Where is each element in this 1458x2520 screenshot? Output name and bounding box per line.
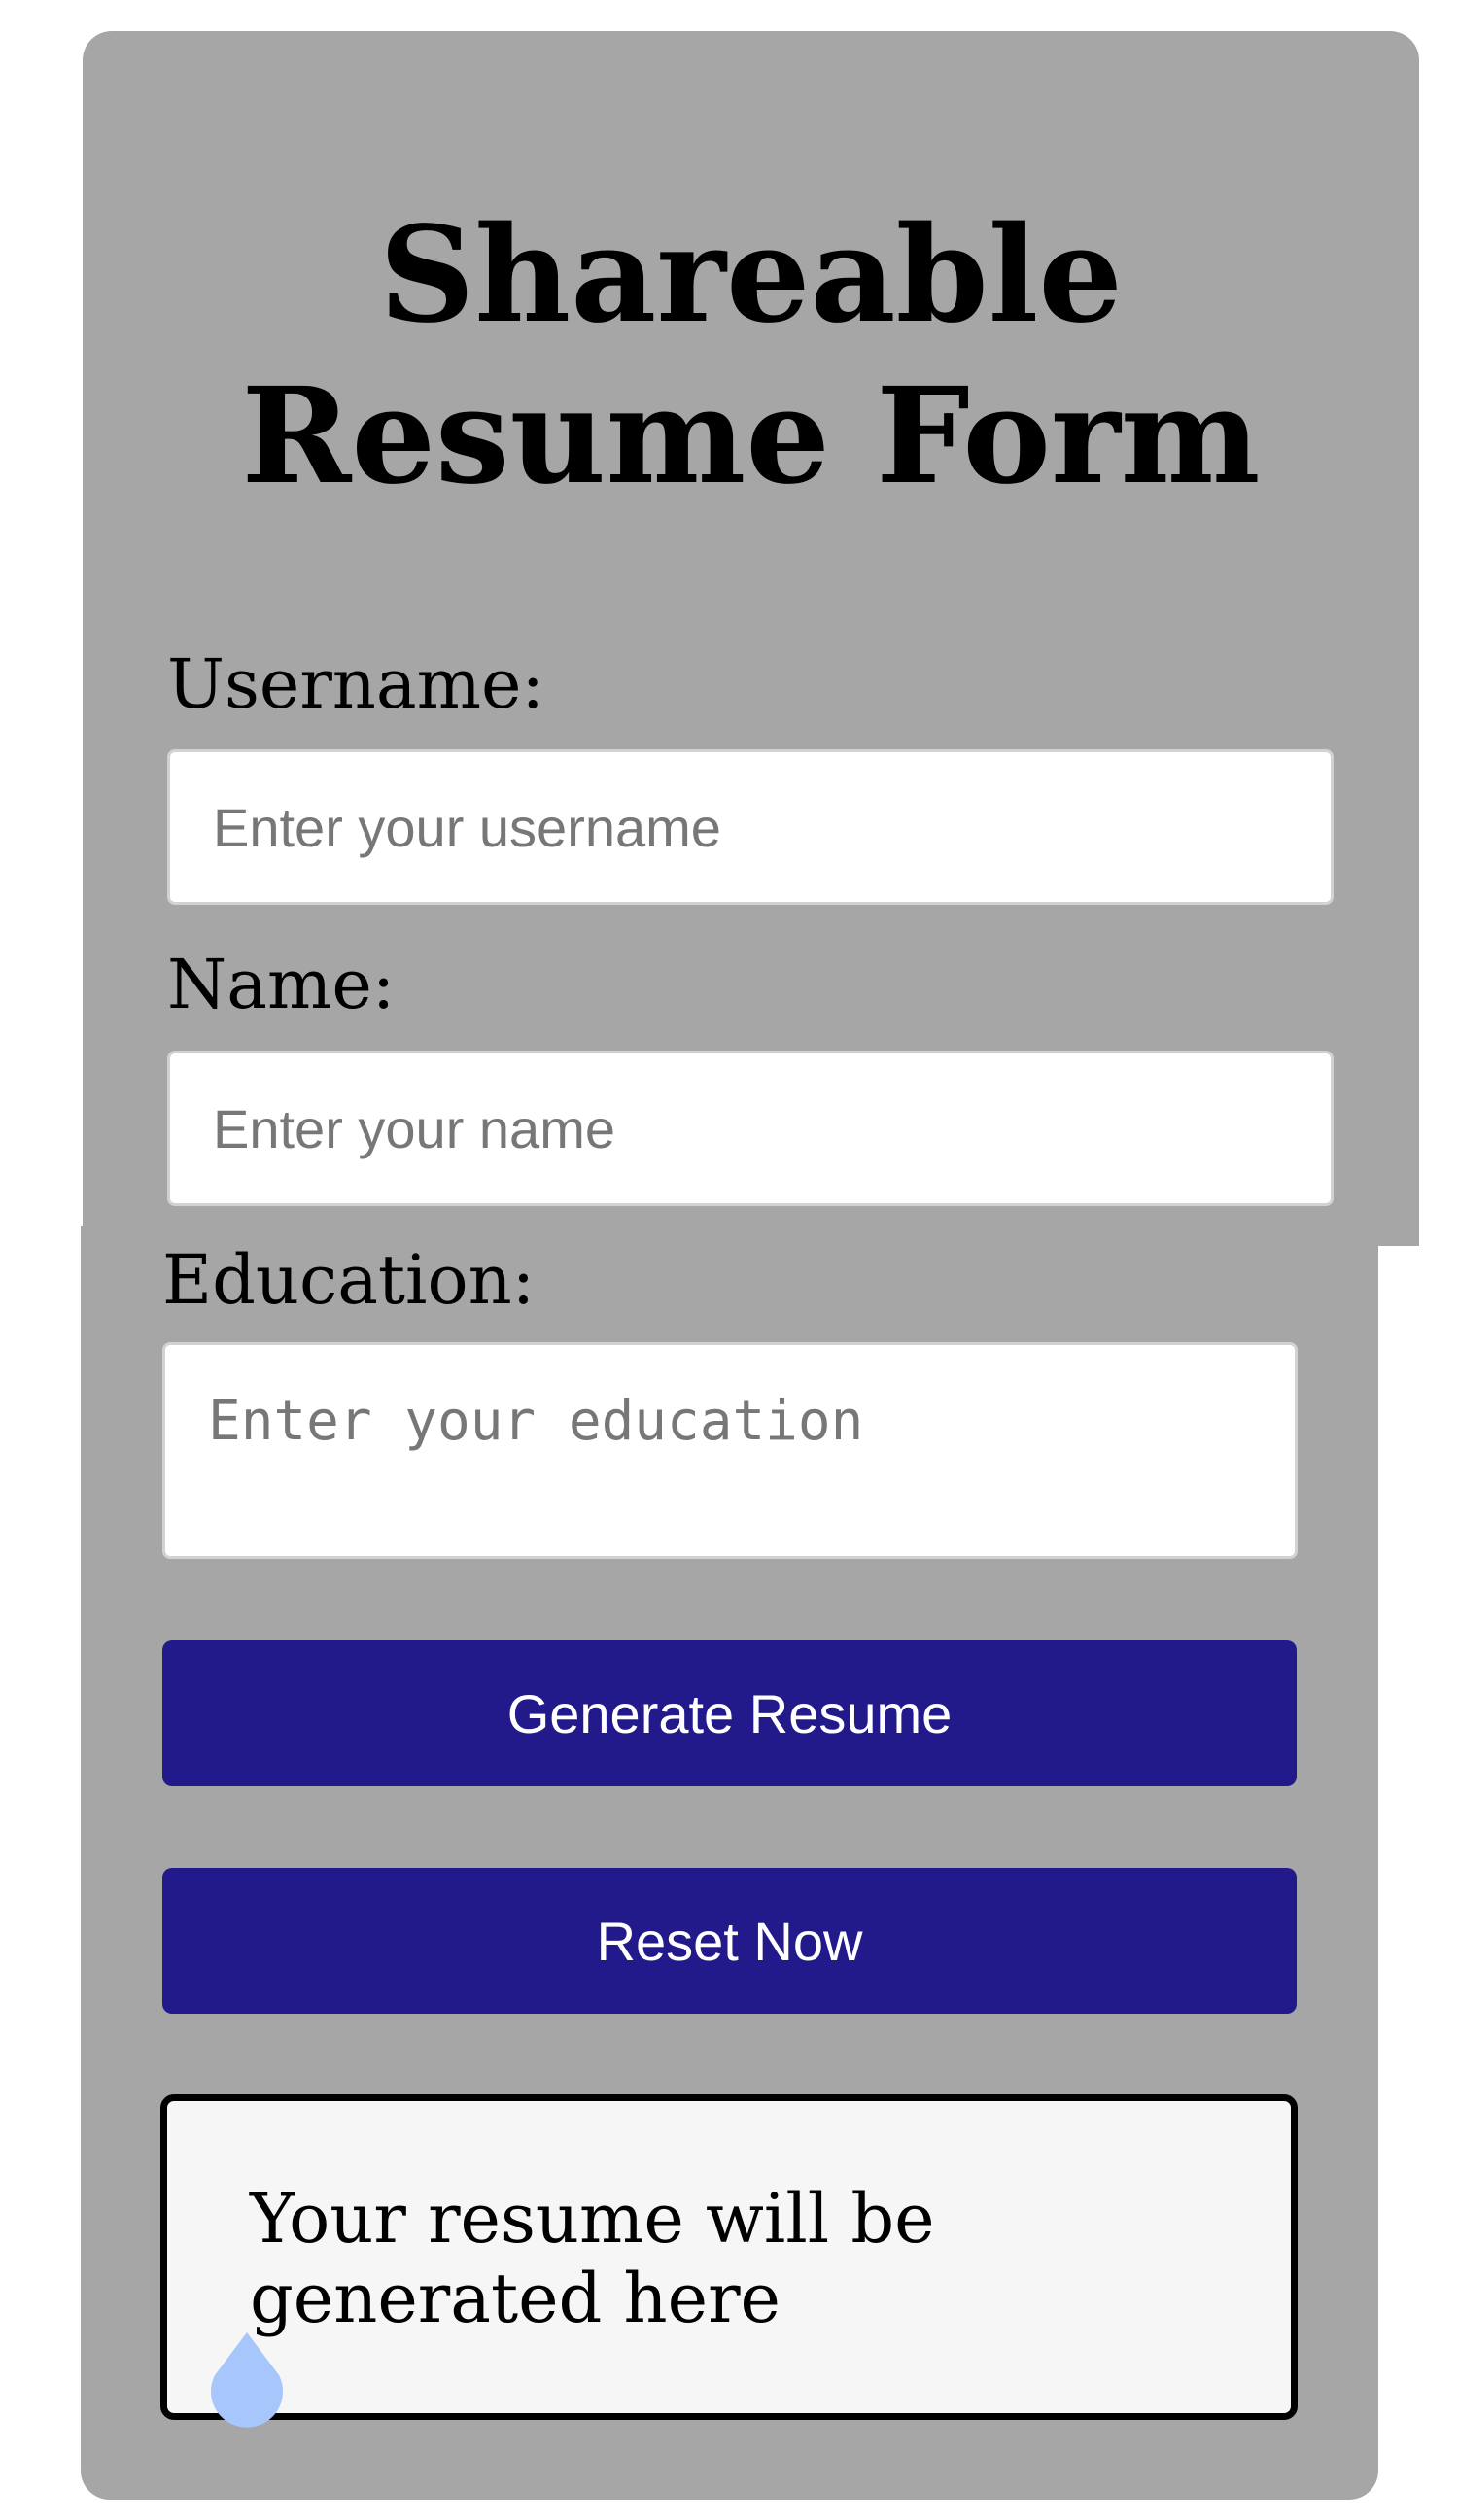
username-input[interactable] [167,749,1334,905]
form-title: Shareable Resume Form [241,197,1261,514]
resume-output-box: Your resume will be generated here [160,2094,1298,2420]
reset-button[interactable]: Reset Now [162,1868,1297,2014]
text-cursor-handle-icon[interactable] [207,2332,287,2432]
username-label: Username: [167,644,545,724]
name-input[interactable] [167,1051,1334,1206]
resume-output-text: Your resume will be generated here [250,2179,935,2338]
education-textarea[interactable] [162,1342,1298,1559]
education-label: Education: [162,1240,536,1320]
generate-resume-button[interactable]: Generate Resume [162,1640,1297,1786]
name-label: Name: [167,945,396,1024]
